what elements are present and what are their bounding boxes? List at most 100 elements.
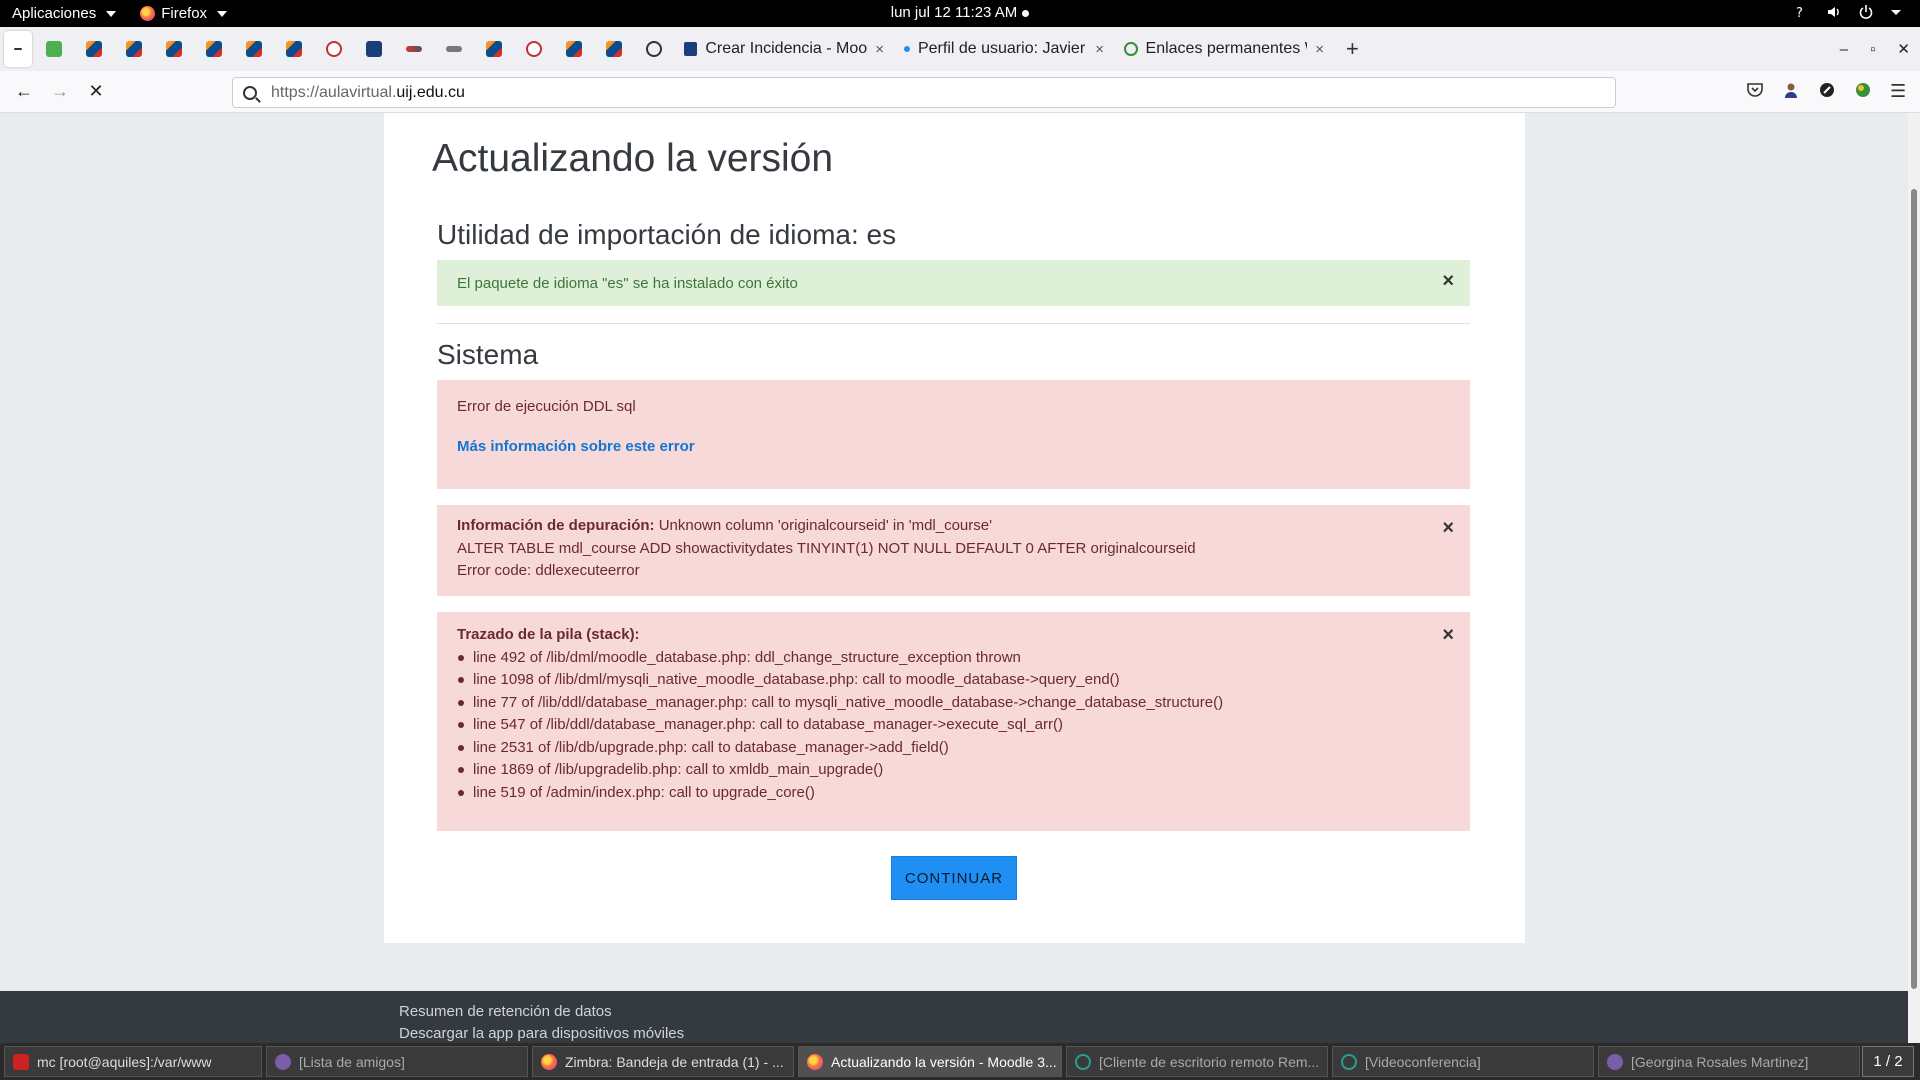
applications-menu-label: Aplicaciones xyxy=(12,5,97,22)
pinned-tab[interactable] xyxy=(354,27,394,71)
pinned-tab[interactable] xyxy=(34,27,74,71)
footer-link-mobile-app[interactable]: Descargar la app para dispositivos móvil… xyxy=(399,1025,684,1042)
system-top-bar: Aplicaciones Firefox lun jul 12 11:23 AM… xyxy=(0,0,1920,27)
pinned-tab[interactable] xyxy=(634,27,674,71)
pinned-tab[interactable] xyxy=(514,27,554,71)
debug-label: Información de depuración: xyxy=(457,517,655,534)
task-label: [Georgina Rosales Martinez] xyxy=(1631,1053,1809,1070)
maximize-button[interactable]: ▫ xyxy=(1870,41,1875,58)
page-scrollbar[interactable] xyxy=(1908,113,1920,1043)
task-videoconference[interactable]: [Videoconferencia] xyxy=(1332,1046,1594,1077)
search-icon xyxy=(243,85,257,100)
app-menu-firefox[interactable]: Firefox xyxy=(128,0,239,27)
pinned-tab-active[interactable] xyxy=(4,31,32,67)
caret-down-icon xyxy=(217,10,228,17)
task-label: [Videoconferencia] xyxy=(1365,1053,1481,1070)
task-label: Zimbra: Bandeja de entrada (1) - ... xyxy=(565,1053,784,1070)
task-label: [Lista de amigos] xyxy=(299,1053,405,1070)
back-button[interactable]: ← xyxy=(6,81,42,102)
task-zimbra[interactable]: Zimbra: Bandeja de entrada (1) - ... xyxy=(532,1046,794,1077)
pinned-tab[interactable] xyxy=(154,27,194,71)
window-controls: – ▫ ✕ xyxy=(1840,27,1910,71)
task-moodle-upgrade[interactable]: Actualizando la versión - Moodle 3... xyxy=(798,1046,1062,1077)
stop-loading-button[interactable]: ✕ xyxy=(78,81,114,102)
pinned-tab[interactable] xyxy=(114,27,154,71)
system-menu-caret-icon[interactable] xyxy=(1890,4,1906,20)
pidgin-icon xyxy=(275,1053,291,1070)
clock[interactable]: lun jul 12 11:23 AM xyxy=(0,4,1920,21)
error-message: Error de ejecución DDL sql xyxy=(457,398,636,415)
close-alert-button[interactable]: × xyxy=(1442,624,1454,647)
minimize-button[interactable]: – xyxy=(1840,41,1848,58)
pidgin-icon xyxy=(1607,1053,1623,1070)
task-chat-georgina[interactable]: [Georgina Rosales Martinez] xyxy=(1598,1046,1860,1077)
volume-icon[interactable] xyxy=(1826,4,1842,20)
firefox-icon xyxy=(541,1053,557,1070)
section-heading-language: Utilidad de importación de idioma: es xyxy=(437,219,897,250)
close-tab-icon[interactable]: × xyxy=(1315,41,1324,58)
upgrade-card: Actualizando la versión Utilidad de impo… xyxy=(384,113,1525,943)
pinned-tab[interactable] xyxy=(434,27,474,71)
extension-globe-icon[interactable] xyxy=(1854,81,1872,99)
task-terminal[interactable]: mc [root@aquiles]:/var/www xyxy=(4,1046,262,1077)
tab-perfil-usuario[interactable]: Perfil de usuario: Javier × xyxy=(894,27,1114,71)
page-footer: Resumen de retención de datos Descargar … xyxy=(0,991,1908,1043)
system-tray[interactable]: ? xyxy=(1794,4,1906,21)
url-domain: uij.edu.cu xyxy=(396,83,465,101)
remmina-icon xyxy=(1075,1053,1091,1070)
footer-link-data-retention[interactable]: Resumen de retención de datos xyxy=(399,1003,612,1020)
pinned-tab[interactable] xyxy=(274,27,314,71)
terminal-icon xyxy=(13,1053,29,1070)
error-alert: Error de ejecución DDL sql Más informaci… xyxy=(437,380,1470,489)
moodle-icon xyxy=(246,41,262,57)
moodle-icon xyxy=(606,41,622,57)
pinned-tab[interactable] xyxy=(394,27,434,71)
task-buddy-list[interactable]: [Lista de amigos] xyxy=(266,1046,528,1077)
stack-trace-item: line 519 of /admin/index.php: call to up… xyxy=(457,782,1450,805)
divider xyxy=(437,323,1470,324)
pinned-tab[interactable] xyxy=(194,27,234,71)
power-icon[interactable] xyxy=(1858,4,1874,20)
account-avatar-icon[interactable] xyxy=(1782,81,1800,99)
spreadsheet-icon xyxy=(46,41,62,57)
pinned-tab[interactable] xyxy=(554,27,594,71)
forward-button[interactable]: → xyxy=(42,81,78,102)
pinned-tab[interactable] xyxy=(234,27,274,71)
accessibility-icon[interactable]: ? xyxy=(1794,4,1810,21)
section-heading-system: Sistema xyxy=(437,339,539,370)
hamburger-menu-icon[interactable]: ☰ xyxy=(1890,81,1908,101)
moodle-icon xyxy=(286,41,302,57)
firefox-icon xyxy=(807,1053,823,1070)
continue-button[interactable]: CONTINUAR xyxy=(891,856,1017,900)
applications-menu[interactable]: Aplicaciones xyxy=(0,0,128,27)
pinned-tab[interactable] xyxy=(314,27,354,71)
close-window-button[interactable]: ✕ xyxy=(1897,40,1910,58)
tab-crear-incidencia[interactable]: Crear Incidencia - Moodle × xyxy=(674,27,894,71)
app-menu-label: Firefox xyxy=(161,5,208,22)
more-info-link[interactable]: Más información sobre este error xyxy=(457,436,1450,459)
task-remote-desktop[interactable]: [Cliente de escritorio remoto Rem... xyxy=(1066,1046,1328,1077)
stack-trace-item: line 2531 of /lib/db/upgrade.php: call t… xyxy=(457,737,1450,760)
success-message: El paquete de idioma "es" se ha instalad… xyxy=(457,274,798,292)
browser-tab-strip: Crear Incidencia - Moodle × Perfil de us… xyxy=(0,27,1920,71)
clock-text: lun jul 12 11:23 AM xyxy=(890,4,1018,21)
pinned-tab[interactable] xyxy=(74,27,114,71)
seal-icon xyxy=(526,41,542,57)
close-alert-button[interactable]: × xyxy=(1442,517,1454,540)
pinned-tab[interactable] xyxy=(474,27,514,71)
new-tab-button[interactable]: + xyxy=(1334,36,1371,62)
url-bar[interactable]: https://aulavirtual. uij.edu.cu xyxy=(232,77,1616,108)
moodle-icon xyxy=(566,41,582,57)
close-tab-icon[interactable]: × xyxy=(1095,41,1104,58)
scrollbar-thumb[interactable] xyxy=(1911,189,1917,989)
workspace-pager[interactable]: 1 / 2 xyxy=(1862,1046,1914,1077)
stack-trace-list: line 492 of /lib/dml/moodle_database.php… xyxy=(457,647,1450,805)
pinned-tab[interactable] xyxy=(594,27,634,71)
tab-enlaces-permanentes[interactable]: Enlaces permanentes WordPress × xyxy=(1114,27,1334,71)
stack-trace-item: line 1869 of /lib/upgradelib.php: call t… xyxy=(457,759,1450,782)
extension-icon[interactable] xyxy=(1818,81,1836,99)
debug-text: Unknown column 'originalcourseid' in 'md… xyxy=(654,517,992,534)
close-tab-icon[interactable]: × xyxy=(875,41,884,58)
close-alert-button[interactable]: × xyxy=(1442,270,1454,293)
pocket-icon[interactable] xyxy=(1746,81,1764,99)
